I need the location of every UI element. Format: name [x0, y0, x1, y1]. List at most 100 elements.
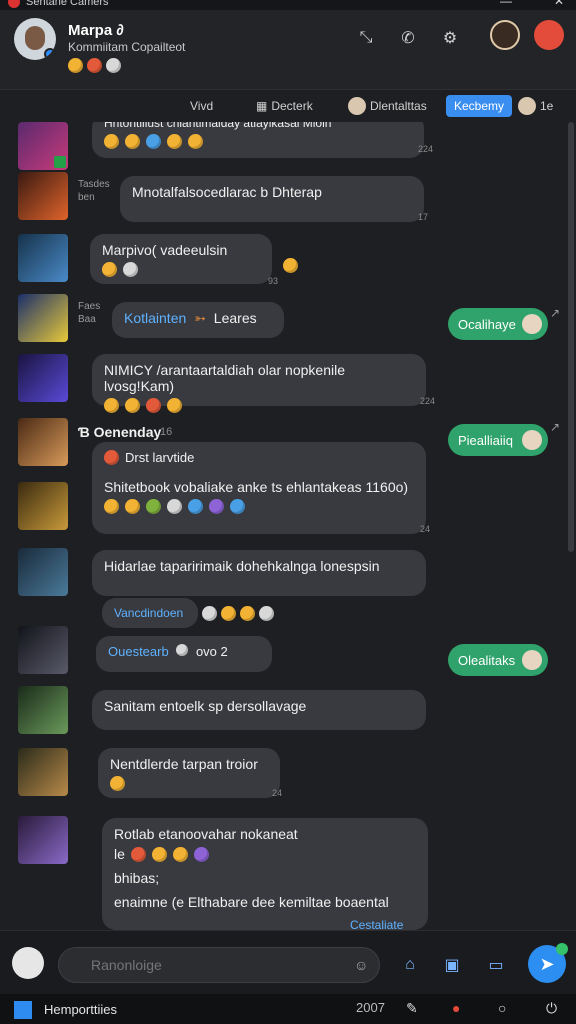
reaction-row — [102, 262, 260, 277]
message-thumbnail[interactable] — [18, 294, 68, 342]
clock: 2007 — [356, 1000, 385, 1015]
settings-icon[interactable]: ⚙ — [436, 24, 464, 52]
wink-emoji-icon — [240, 606, 255, 621]
reply-preview[interactable]: Drst larvtide — [104, 450, 414, 465]
scrollbar[interactable] — [568, 122, 574, 552]
tab-kecbemy[interactable]: Kecbemy — [446, 95, 513, 117]
window-title: Sentane Camers — [26, 0, 109, 8]
message-bubble[interactable]: Hhtontlilust chiantimalday atlaylkasal M… — [92, 122, 424, 158]
list-item: Rotlab etanoovahar nokaneat le bhibas; e… — [0, 816, 568, 930]
ghost-emoji-icon — [106, 58, 121, 73]
tab-count: 1e — [518, 95, 553, 117]
message-thumbnail[interactable] — [18, 354, 68, 402]
message-bubble[interactable]: Rotlab etanoovahar nokaneat le bhibas; e… — [102, 818, 428, 930]
message-thumbnail[interactable] — [18, 172, 68, 220]
user-avatar[interactable] — [12, 947, 44, 979]
taskbar: Hemporttiies 2007 ✎ ● ○ ⏻ — [0, 994, 576, 1024]
list-item: Drst larvtide Shitetbook vobaliake anke … — [0, 440, 568, 540]
tab-count-avatar — [518, 97, 536, 115]
ghost-emoji-icon — [176, 644, 189, 656]
message-thumbnail[interactable] — [18, 122, 68, 170]
timestamp: 224 — [420, 396, 436, 406]
message-link[interactable]: Cestaliate — [350, 918, 403, 930]
wink-emoji-icon — [172, 846, 188, 862]
minimize-button[interactable]: — — [500, 0, 512, 8]
contact-avatar[interactable] — [14, 18, 56, 60]
message-thumbnail[interactable] — [18, 816, 68, 864]
message-link[interactable]: Ouestearb — [108, 644, 169, 659]
profile-avatar[interactable] — [534, 20, 564, 50]
list-item: Sanitam entoelk sp dersollavage — [0, 686, 568, 742]
message-text: Hhtontlilust chiantimalday atlaylkasal M… — [104, 122, 332, 130]
reaction-icon[interactable] — [283, 258, 298, 273]
circle-icon[interactable]: ○ — [498, 1000, 506, 1016]
star-emoji-icon — [188, 499, 203, 514]
message-bubble[interactable]: Nentdlerde tarpan troior — [98, 748, 280, 798]
sender-meta: 16 — [160, 426, 173, 438]
timestamp: 17 — [418, 212, 429, 222]
message-thumbnail[interactable] — [18, 482, 68, 530]
list-item: Tasdes ben Mnotalfalsocedlarac b Dhterap … — [0, 172, 568, 232]
message-thumbnail[interactable] — [18, 548, 68, 596]
wink-emoji-icon — [125, 134, 140, 149]
status-pill[interactable]: Olealitaks — [448, 644, 548, 676]
message-bubble[interactable]: Hidarlae taparirimaik dohehkalnga lonesp… — [92, 550, 426, 596]
reaction-row — [202, 606, 274, 621]
message-input[interactable] — [58, 947, 380, 983]
collapse-icon[interactable]: ⤡ — [352, 24, 380, 52]
notification-icon[interactable]: ● — [452, 1000, 460, 1016]
reply-bubble[interactable]: Vancdindoen — [102, 598, 198, 628]
tab-dlentalttas[interactable]: Dlentalttas — [348, 95, 427, 117]
participant-avatar[interactable] — [490, 20, 520, 50]
message-bubble[interactable]: Ouestearb ovo 2 — [96, 636, 272, 672]
tab-vivd[interactable]: Vivd — [190, 95, 213, 117]
contact-name[interactable]: Marpa ∂ — [68, 22, 124, 39]
home-icon[interactable]: ⌂ — [396, 951, 424, 979]
message-thumbnail[interactable] — [18, 234, 68, 282]
list-item: NIMICY /arantaartaldiah olar nopkenile l… — [0, 352, 568, 413]
timestamp: 224 — [418, 144, 434, 154]
message-thumbnail[interactable] — [18, 748, 68, 796]
smile-emoji-icon — [102, 262, 117, 277]
ghost-emoji-icon — [123, 262, 138, 277]
phone-icon[interactable]: ✆ — [394, 24, 422, 52]
status-pill[interactable]: Ocalihaye — [448, 308, 548, 340]
alien-emoji-icon — [146, 499, 161, 514]
message-text: Sanitam entoelk sp dersollavage — [104, 698, 307, 714]
list-item: Hidarlae taparirimaik dohehkalnga lonesp… — [0, 548, 568, 632]
power-icon[interactable]: ⏻ — [546, 1000, 557, 1017]
start-icon[interactable] — [14, 1001, 32, 1019]
app-icon — [8, 0, 20, 8]
edit-icon[interactable]: ✎ — [406, 1000, 418, 1017]
sender-name[interactable]: Ɓ Oenenday — [78, 424, 161, 440]
message-thumbnail[interactable] — [18, 686, 68, 734]
list-item: Marpivo( vadeeulsin 93 — [0, 232, 568, 292]
window-icon[interactable]: ▭ — [482, 951, 510, 979]
composer-bar: ◌ ☺ ⌂ ▣ ▭ ➤ — [0, 930, 576, 994]
message-bubble[interactable]: Drst larvtide Shitetbook vobaliake anke … — [92, 442, 426, 534]
status-emoji-row — [68, 58, 121, 73]
timestamp: 24 — [272, 788, 283, 798]
message-list[interactable]: Hhtontlilust chiantimalday atlaylkasal M… — [0, 122, 568, 930]
list-item: Nentdlerde tarpan troior 24 — [0, 748, 568, 804]
message-thumbnail[interactable] — [18, 626, 68, 674]
message-bubble[interactable]: Marpivo( vadeeulsin — [90, 234, 272, 284]
star-emoji-icon — [146, 134, 161, 149]
message-bubble[interactable]: Kotlainten ➳ Leares — [112, 302, 284, 338]
message-line: bhibas; — [114, 870, 160, 886]
taskbar-app-label[interactable]: Hemporttiies — [44, 1002, 117, 1017]
message-link[interactable]: Kotlainten — [124, 310, 186, 326]
purple-emoji-icon — [209, 499, 224, 514]
tab-decterk[interactable]: ▦ Decterk — [256, 95, 313, 117]
emoji-picker-icon[interactable]: ☺ — [354, 957, 368, 973]
attach-icon[interactable]: ▣ — [438, 951, 466, 979]
reaction-row — [104, 499, 414, 514]
message-bubble[interactable]: NIMICY /arantaartaldiah olar nopkenile l… — [92, 354, 426, 413]
pill-tail-icon: ↗ — [550, 306, 561, 320]
close-window-button[interactable]: ✕ — [554, 0, 564, 8]
wink-emoji-icon — [167, 398, 182, 413]
list-item: Faes Baa Kotlainten ➳ Leares Ocalihaye ↗ — [0, 294, 568, 350]
message-bubble[interactable]: Mnotalfalsocedlarac b Dhterap — [120, 176, 424, 222]
send-button[interactable]: ➤ — [528, 943, 568, 983]
message-bubble[interactable]: Sanitam entoelk sp dersollavage — [92, 690, 426, 730]
